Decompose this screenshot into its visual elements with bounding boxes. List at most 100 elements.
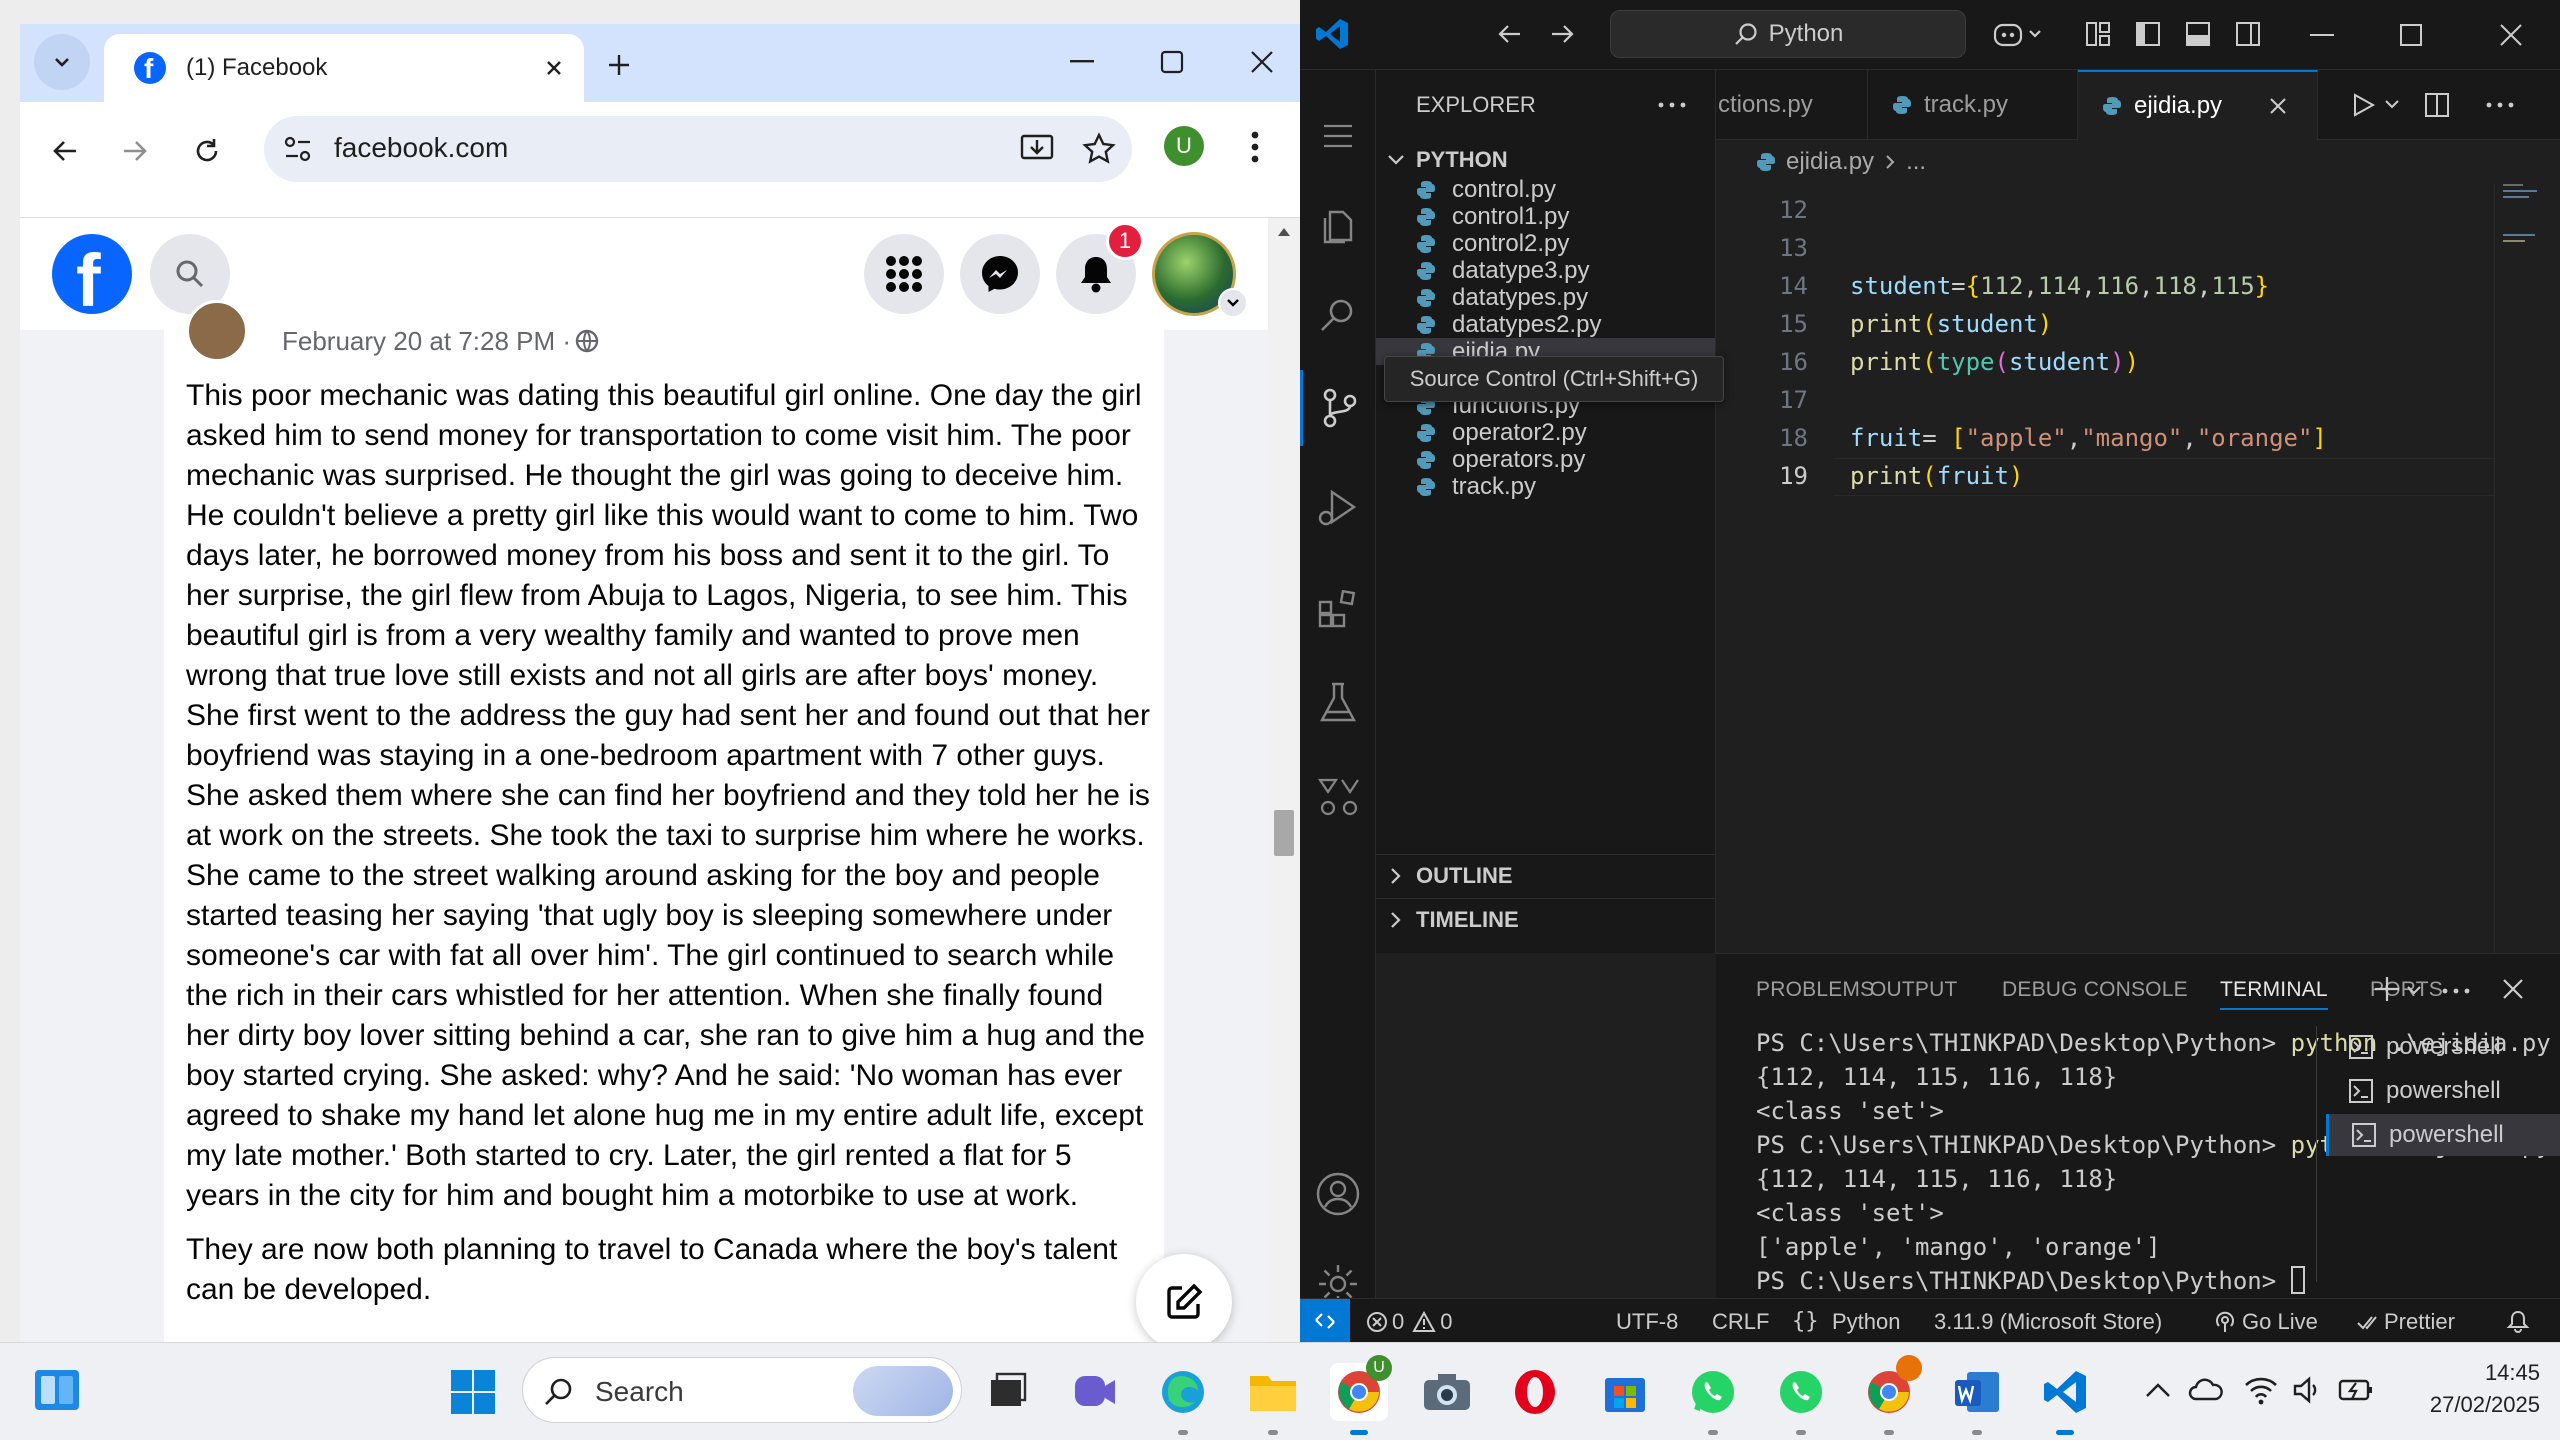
file-item[interactable]: datatypes2.py: [1376, 311, 1715, 338]
chevron-up-icon[interactable]: [2144, 1381, 2172, 1399]
code-editor[interactable]: 12 13 14 15 16 17 18 19 student={112,114…: [1716, 184, 2560, 953]
clock[interactable]: 14:45 27/02/2025: [2390, 1357, 2540, 1421]
file-item[interactable]: operators.py: [1376, 446, 1715, 473]
close-window-icon[interactable]: [2500, 24, 2522, 46]
back-arrow-icon[interactable]: [50, 136, 80, 166]
widgets-button[interactable]: [28, 1361, 86, 1419]
customize-layout-icon[interactable]: [2084, 20, 2112, 48]
run-icon[interactable]: [2350, 92, 2376, 118]
toggle-panel-icon[interactable]: [2184, 20, 2212, 48]
terminal-session-active[interactable]: powershell: [2326, 1114, 2560, 1156]
terminal-session[interactable]: powershell: [2326, 1070, 2560, 1112]
remote-indicator[interactable]: [1300, 1299, 1350, 1342]
split-editor-icon[interactable]: [2424, 92, 2450, 118]
battery-charging-icon[interactable]: [2338, 1377, 2374, 1403]
tab-track[interactable]: track.py: [1868, 70, 2078, 140]
more-actions-icon[interactable]: [1658, 102, 1686, 108]
close-window-icon[interactable]: [1250, 50, 1274, 74]
copilot-icon[interactable]: [1992, 18, 2044, 50]
install-app-icon[interactable]: [1020, 132, 1056, 166]
start-button[interactable]: [444, 1363, 502, 1421]
panel-tab-output[interactable]: OUTPUT: [1870, 978, 1958, 1002]
outline-section[interactable]: OUTLINE: [1376, 854, 1715, 896]
remote-explorer-button[interactable]: [1300, 760, 1376, 836]
python-interpreter[interactable]: 3.11.9 (Microsoft Store): [1934, 1309, 2162, 1335]
terminal-output[interactable]: PS C:\Users\THINKPAD\Desktop\Python> pyt…: [1756, 1026, 2551, 1298]
run-debug-button[interactable]: [1300, 470, 1376, 546]
more-actions-icon[interactable]: [2442, 988, 2470, 994]
minimize-icon[interactable]: [2310, 34, 2334, 38]
file-item[interactable]: datatype3.py: [1376, 257, 1715, 284]
store-button[interactable]: [1596, 1363, 1654, 1421]
chevron-down-icon[interactable]: [2406, 984, 2422, 996]
close-icon[interactable]: [2268, 96, 2288, 116]
minimize-icon[interactable]: [1070, 60, 1094, 64]
file-item[interactable]: control2.py: [1376, 230, 1715, 257]
panel-tab-debug-console[interactable]: DEBUG CONSOLE: [2002, 978, 2188, 1002]
whatsapp-button[interactable]: [1684, 1363, 1742, 1435]
tab-ejidia[interactable]: ejidia.py: [2078, 70, 2318, 140]
panel-tab-problems[interactable]: PROBLEMS: [1756, 978, 1874, 1002]
minimap[interactable]: [2494, 184, 2560, 953]
volume-icon[interactable]: [2292, 1375, 2322, 1405]
new-tab-plus-icon[interactable]: [604, 50, 634, 80]
tab-search-button[interactable]: [34, 34, 90, 90]
more-actions-icon[interactable]: [2486, 102, 2514, 108]
taskbar-search[interactable]: Search: [522, 1357, 962, 1423]
notifications-bell-icon[interactable]: [2506, 1309, 2530, 1333]
page-scrollbar[interactable]: [1268, 218, 1300, 1342]
maximize-icon[interactable]: [2400, 24, 2422, 46]
file-item[interactable]: control1.py: [1376, 203, 1715, 230]
nav-back-icon[interactable]: [1496, 20, 1524, 48]
profile-avatar[interactable]: U: [1164, 126, 1204, 166]
problems-indicator[interactable]: 0 0: [1366, 1309, 1453, 1335]
task-view-button[interactable]: [978, 1363, 1036, 1421]
chevron-down-icon[interactable]: [2384, 98, 2400, 110]
breadcrumb-file[interactable]: ejidia.py: [1786, 148, 1874, 176]
vscode-taskbar-button[interactable]: [2036, 1363, 2094, 1435]
teams-meet-button[interactable]: [1066, 1363, 1124, 1421]
nav-forward-icon[interactable]: [1548, 20, 1576, 48]
file-item[interactable]: datatypes.py: [1376, 284, 1715, 311]
scroll-up-arrow-icon[interactable]: [1276, 226, 1292, 238]
onedrive-cloud-icon[interactable]: [2188, 1375, 2224, 1403]
file-item[interactable]: control.py: [1376, 176, 1715, 203]
new-terminal-plus-icon[interactable]: [2372, 974, 2402, 1004]
folder-python[interactable]: PYTHON: [1376, 140, 1715, 180]
file-explorer-button[interactable]: [1244, 1363, 1302, 1435]
panel-tab-terminal[interactable]: TERMINAL: [2220, 978, 2328, 1010]
menu-button[interactable]: [864, 234, 944, 314]
whatsapp-business-button[interactable]: [1772, 1363, 1830, 1435]
menu-button[interactable]: [1300, 98, 1376, 174]
tab-functions[interactable]: ctions.py: [1716, 70, 1868, 140]
post-author-avatar[interactable]: [186, 300, 248, 362]
chrome-profile-e-button[interactable]: [1860, 1355, 1922, 1435]
post-date[interactable]: February 20 at 7:28 PM ·: [282, 326, 571, 357]
new-message-button[interactable]: [1136, 1254, 1232, 1342]
camera-button[interactable]: [1418, 1363, 1476, 1421]
language-mode[interactable]: Python: [1832, 1309, 1901, 1335]
more-menu-icon[interactable]: [1250, 130, 1260, 164]
close-panel-icon[interactable]: [2502, 978, 2524, 1000]
encoding[interactable]: UTF-8: [1616, 1309, 1678, 1335]
line-endings[interactable]: CRLF: [1712, 1309, 1769, 1335]
account-dropdown[interactable]: [1218, 288, 1248, 318]
word-button[interactable]: [1948, 1363, 2006, 1435]
messenger-button[interactable]: [960, 234, 1040, 314]
timeline-section[interactable]: TIMELINE: [1376, 898, 1715, 940]
braces-icon[interactable]: {}: [1792, 1309, 1819, 1334]
maximize-icon[interactable]: [1160, 50, 1184, 74]
close-icon[interactable]: [542, 56, 566, 80]
search-view-button[interactable]: [1300, 278, 1376, 354]
bookmark-star-icon[interactable]: [1082, 132, 1116, 166]
wifi-icon[interactable]: [2244, 1375, 2278, 1405]
command-center[interactable]: Python: [1610, 10, 1966, 58]
file-item[interactable]: operator2.py: [1376, 419, 1715, 446]
scroll-thumb[interactable]: [1274, 810, 1294, 856]
extensions-button[interactable]: [1300, 570, 1376, 646]
testing-button[interactable]: [1300, 664, 1376, 740]
explorer-button[interactable]: [1300, 186, 1376, 262]
terminal-session[interactable]: powershell: [2326, 1026, 2560, 1068]
breadcrumb-symbol[interactable]: ...: [1906, 148, 1926, 176]
source-control-button[interactable]: [1300, 370, 1376, 446]
